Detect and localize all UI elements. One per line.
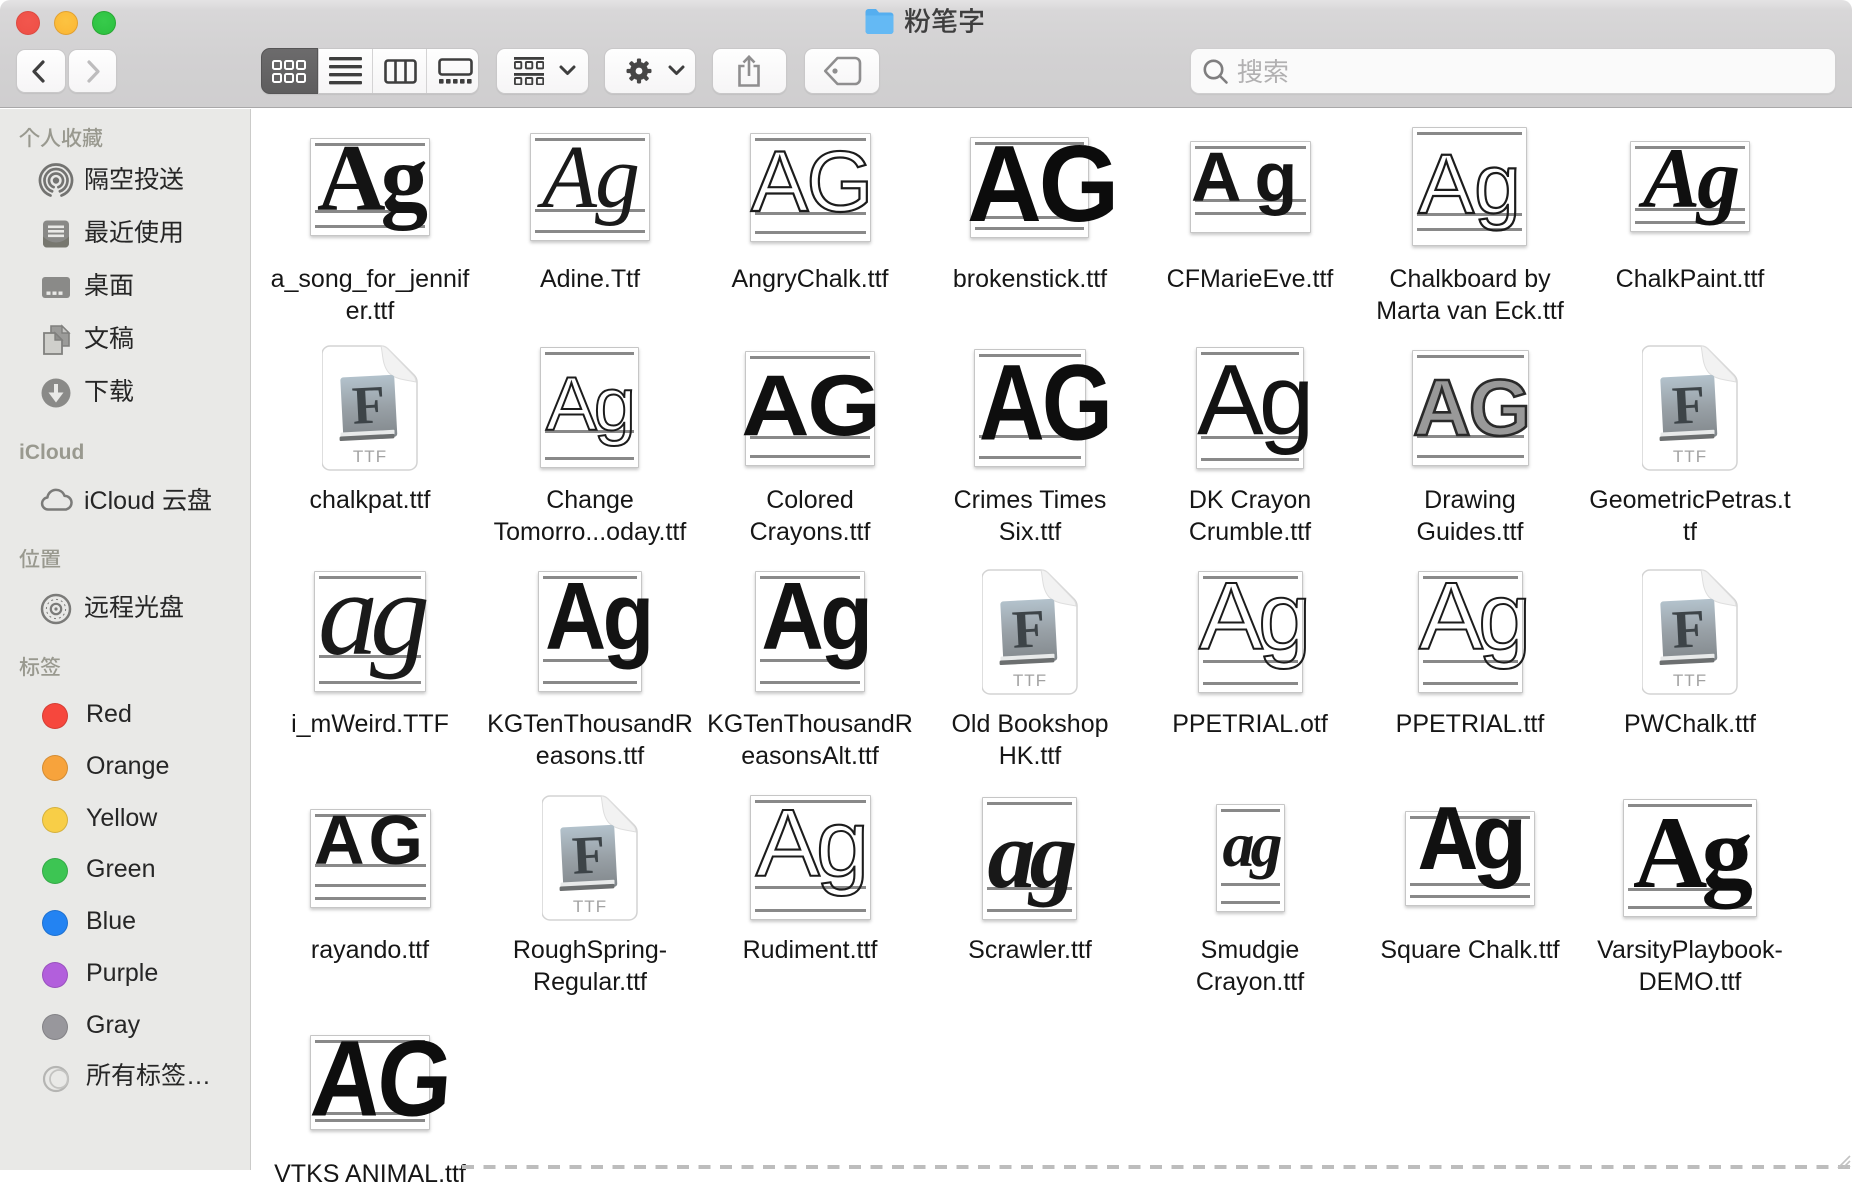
svg-text:TTF: TTF: [1673, 671, 1707, 690]
svg-text:TTF: TTF: [1673, 447, 1707, 466]
svg-text:F: F: [1671, 598, 1707, 660]
svg-text:TTF: TTF: [1013, 671, 1047, 690]
svg-text:TTF: TTF: [573, 897, 607, 916]
svg-text:F: F: [1671, 374, 1707, 436]
svg-text:F: F: [571, 824, 607, 886]
svg-text:TTF: TTF: [353, 447, 387, 466]
svg-text:F: F: [1011, 598, 1047, 660]
svg-text:F: F: [351, 374, 387, 436]
